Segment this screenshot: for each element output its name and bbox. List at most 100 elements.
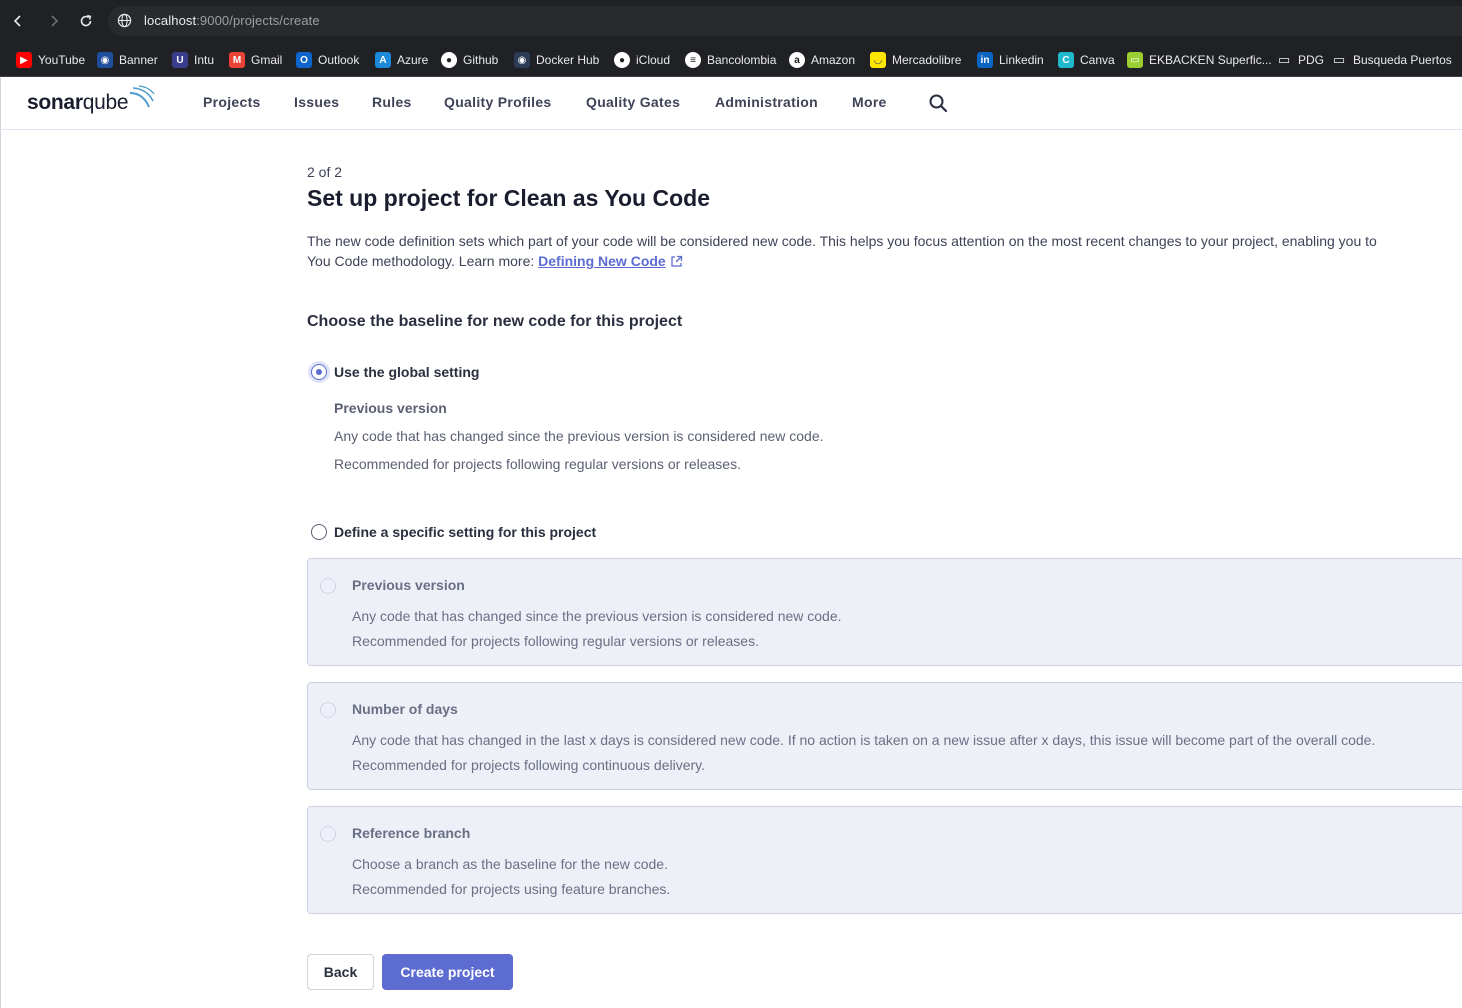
azure-icon: A	[375, 52, 391, 68]
bookmark-label: Canva	[1080, 53, 1115, 67]
bookmark-label: Amazon	[811, 53, 856, 67]
apple-icon: ●	[614, 52, 630, 68]
bookmark-label: Outlook	[318, 53, 360, 67]
bancolombia-icon: ≡	[685, 52, 701, 68]
bookmark-item[interactable]: in Linkedin	[977, 51, 1044, 69]
outlook-icon: O	[296, 52, 312, 68]
bookmark-label: Linkedin	[999, 53, 1044, 67]
global-setting-label[interactable]: Use the global setting	[334, 364, 479, 380]
globe-icon: ◉	[97, 52, 113, 68]
search-icon[interactable]	[928, 93, 948, 113]
github-icon: ●	[441, 52, 457, 68]
bookmark-item[interactable]: C Canva	[1058, 51, 1115, 69]
bookmark-item[interactable]: M Gmail	[229, 51, 282, 69]
page-left-border	[0, 130, 1, 1008]
bookmark-label: Busqueda Puertos	[1353, 53, 1452, 67]
card-recommendation: Recommended for projects following regul…	[352, 633, 759, 649]
back-arrow-icon[interactable]	[7, 10, 29, 32]
browser-toolbar: localhost:9000/projects/create	[0, 0, 1462, 42]
global-setting-radio[interactable]	[311, 364, 327, 380]
linkedin-icon: in	[977, 52, 993, 68]
sonarqube-logo[interactable]: sonarqube	[27, 85, 155, 121]
bookmark-label: Bancolombia	[707, 53, 777, 67]
bookmark-label: iCloud	[636, 53, 671, 67]
global-setting-subtitle: Previous version	[334, 400, 447, 416]
nav-rules[interactable]: Rules	[372, 94, 412, 110]
bookmark-label: Mercadolibre	[892, 53, 962, 67]
card-text: Choose a branch as the baseline for the …	[352, 856, 668, 872]
bookmark-label: EKBACKEN Superfic...	[1149, 53, 1272, 67]
ekbacken-icon: ▭	[1127, 52, 1143, 68]
bookmark-label: Gmail	[251, 53, 283, 67]
bookmark-item[interactable]: ▭ Busqueda Puertos	[1331, 51, 1452, 69]
page-title: Set up project for Clean as You Code	[307, 185, 710, 211]
reload-icon[interactable]	[75, 10, 97, 32]
nav-quality-profiles[interactable]: Quality Profiles	[444, 94, 552, 110]
bookmark-item[interactable]: ▭ EKBACKEN Superfic...	[1127, 51, 1272, 69]
page-description: The new code definition sets which part …	[307, 233, 1377, 269]
bookmark-item[interactable]: ● Github	[441, 51, 498, 69]
number-of-days-radio[interactable]	[320, 702, 336, 718]
bookmarks-bar: ▶ YouTube ◉ Banner U Intu M Gmail O Outlook A Azure…	[0, 42, 1462, 77]
step-indicator: 2 of 2	[307, 164, 343, 180]
card-recommendation: Recommended for projects following conti…	[352, 757, 706, 773]
amazon-icon: a	[789, 52, 805, 68]
sonar-waves-icon	[129, 85, 155, 108]
youtube-icon: ▶	[16, 52, 32, 68]
bookmark-label: Azure	[397, 53, 429, 67]
specific-setting-radio[interactable]	[311, 524, 327, 540]
bookmark-item[interactable]: O Outlook	[296, 51, 359, 69]
docker-icon: ◉	[514, 52, 530, 68]
intu-icon: U	[172, 52, 188, 68]
bookmark-item[interactable]: ▭ PDG	[1276, 51, 1324, 69]
site-info-icon[interactable]	[117, 13, 132, 33]
card-title: Number of days	[352, 701, 458, 717]
bookmark-item[interactable]: A Azure	[375, 51, 428, 69]
gmail-icon: M	[229, 52, 245, 68]
bookmark-item[interactable]: ◉ Banner	[97, 51, 158, 69]
previous-version-radio[interactable]	[320, 578, 336, 594]
canva-icon: C	[1058, 52, 1074, 68]
card-title: Previous version	[352, 577, 465, 593]
bookmark-label: Github	[463, 53, 499, 67]
card-recommendation: Recommended for projects using feature b…	[352, 881, 671, 897]
external-link-icon	[671, 255, 682, 267]
nav-administration[interactable]: Administration	[715, 94, 818, 110]
back-button[interactable]: Back	[307, 954, 374, 990]
global-setting-recommendation: Recommended for projects following regul…	[334, 456, 741, 472]
nav-projects[interactable]: Projects	[203, 94, 261, 110]
nav-issues[interactable]: Issues	[294, 94, 339, 110]
bookmark-item[interactable]: a Amazon	[789, 51, 855, 69]
card-text: Any code that has changed since the prev…	[352, 608, 842, 624]
bookmark-label: Intu	[194, 53, 215, 67]
option-card-previous-version[interactable]: Previous version Any code that has chang…	[307, 558, 1462, 666]
card-title: Reference branch	[352, 825, 471, 841]
url-text: localhost:9000/projects/create	[144, 13, 320, 28]
bookmark-label: PDG	[1298, 53, 1325, 67]
bookmark-label: Docker Hub	[536, 53, 600, 67]
section-title: Choose the baseline for new code for thi…	[307, 313, 683, 330]
global-setting-text: Any code that has changed since the prev…	[334, 428, 824, 444]
nav-quality-gates[interactable]: Quality Gates	[586, 94, 680, 110]
bookmark-label: YouTube	[38, 53, 86, 67]
bookmark-label: Banner	[119, 53, 158, 67]
folder-icon: ▭	[1332, 52, 1346, 67]
bookmark-item[interactable]: ≡ Bancolombia	[685, 51, 776, 69]
card-text: Any code that has changed in the last x …	[352, 732, 1376, 748]
bookmark-item[interactable]: ▶ YouTube	[16, 51, 85, 69]
forward-arrow-icon[interactable]	[43, 10, 65, 32]
bookmark-item[interactable]: U Intu	[172, 51, 214, 69]
option-card-reference-branch[interactable]: Reference branch Choose a branch as the …	[307, 806, 1462, 914]
defining-new-code-link[interactable]: Defining New Code	[538, 253, 666, 269]
mercadolibre-icon: ◡	[870, 52, 886, 68]
app-header: sonarqube Projects Issues Rules Quality …	[0, 78, 1462, 130]
bookmark-item[interactable]: ● iCloud	[614, 51, 670, 69]
create-project-button[interactable]: Create project	[382, 954, 513, 990]
nav-more[interactable]: More	[852, 94, 887, 110]
specific-setting-label[interactable]: Define a specific setting for this proje…	[334, 524, 596, 540]
folder-icon: ▭	[1277, 52, 1291, 67]
reference-branch-radio[interactable]	[320, 826, 336, 842]
bookmark-item[interactable]: ◉ Docker Hub	[514, 51, 599, 69]
bookmark-item[interactable]: ◡ Mercadolibre	[870, 51, 961, 69]
option-card-number-of-days[interactable]: Number of days Any code that has changed…	[307, 682, 1462, 790]
